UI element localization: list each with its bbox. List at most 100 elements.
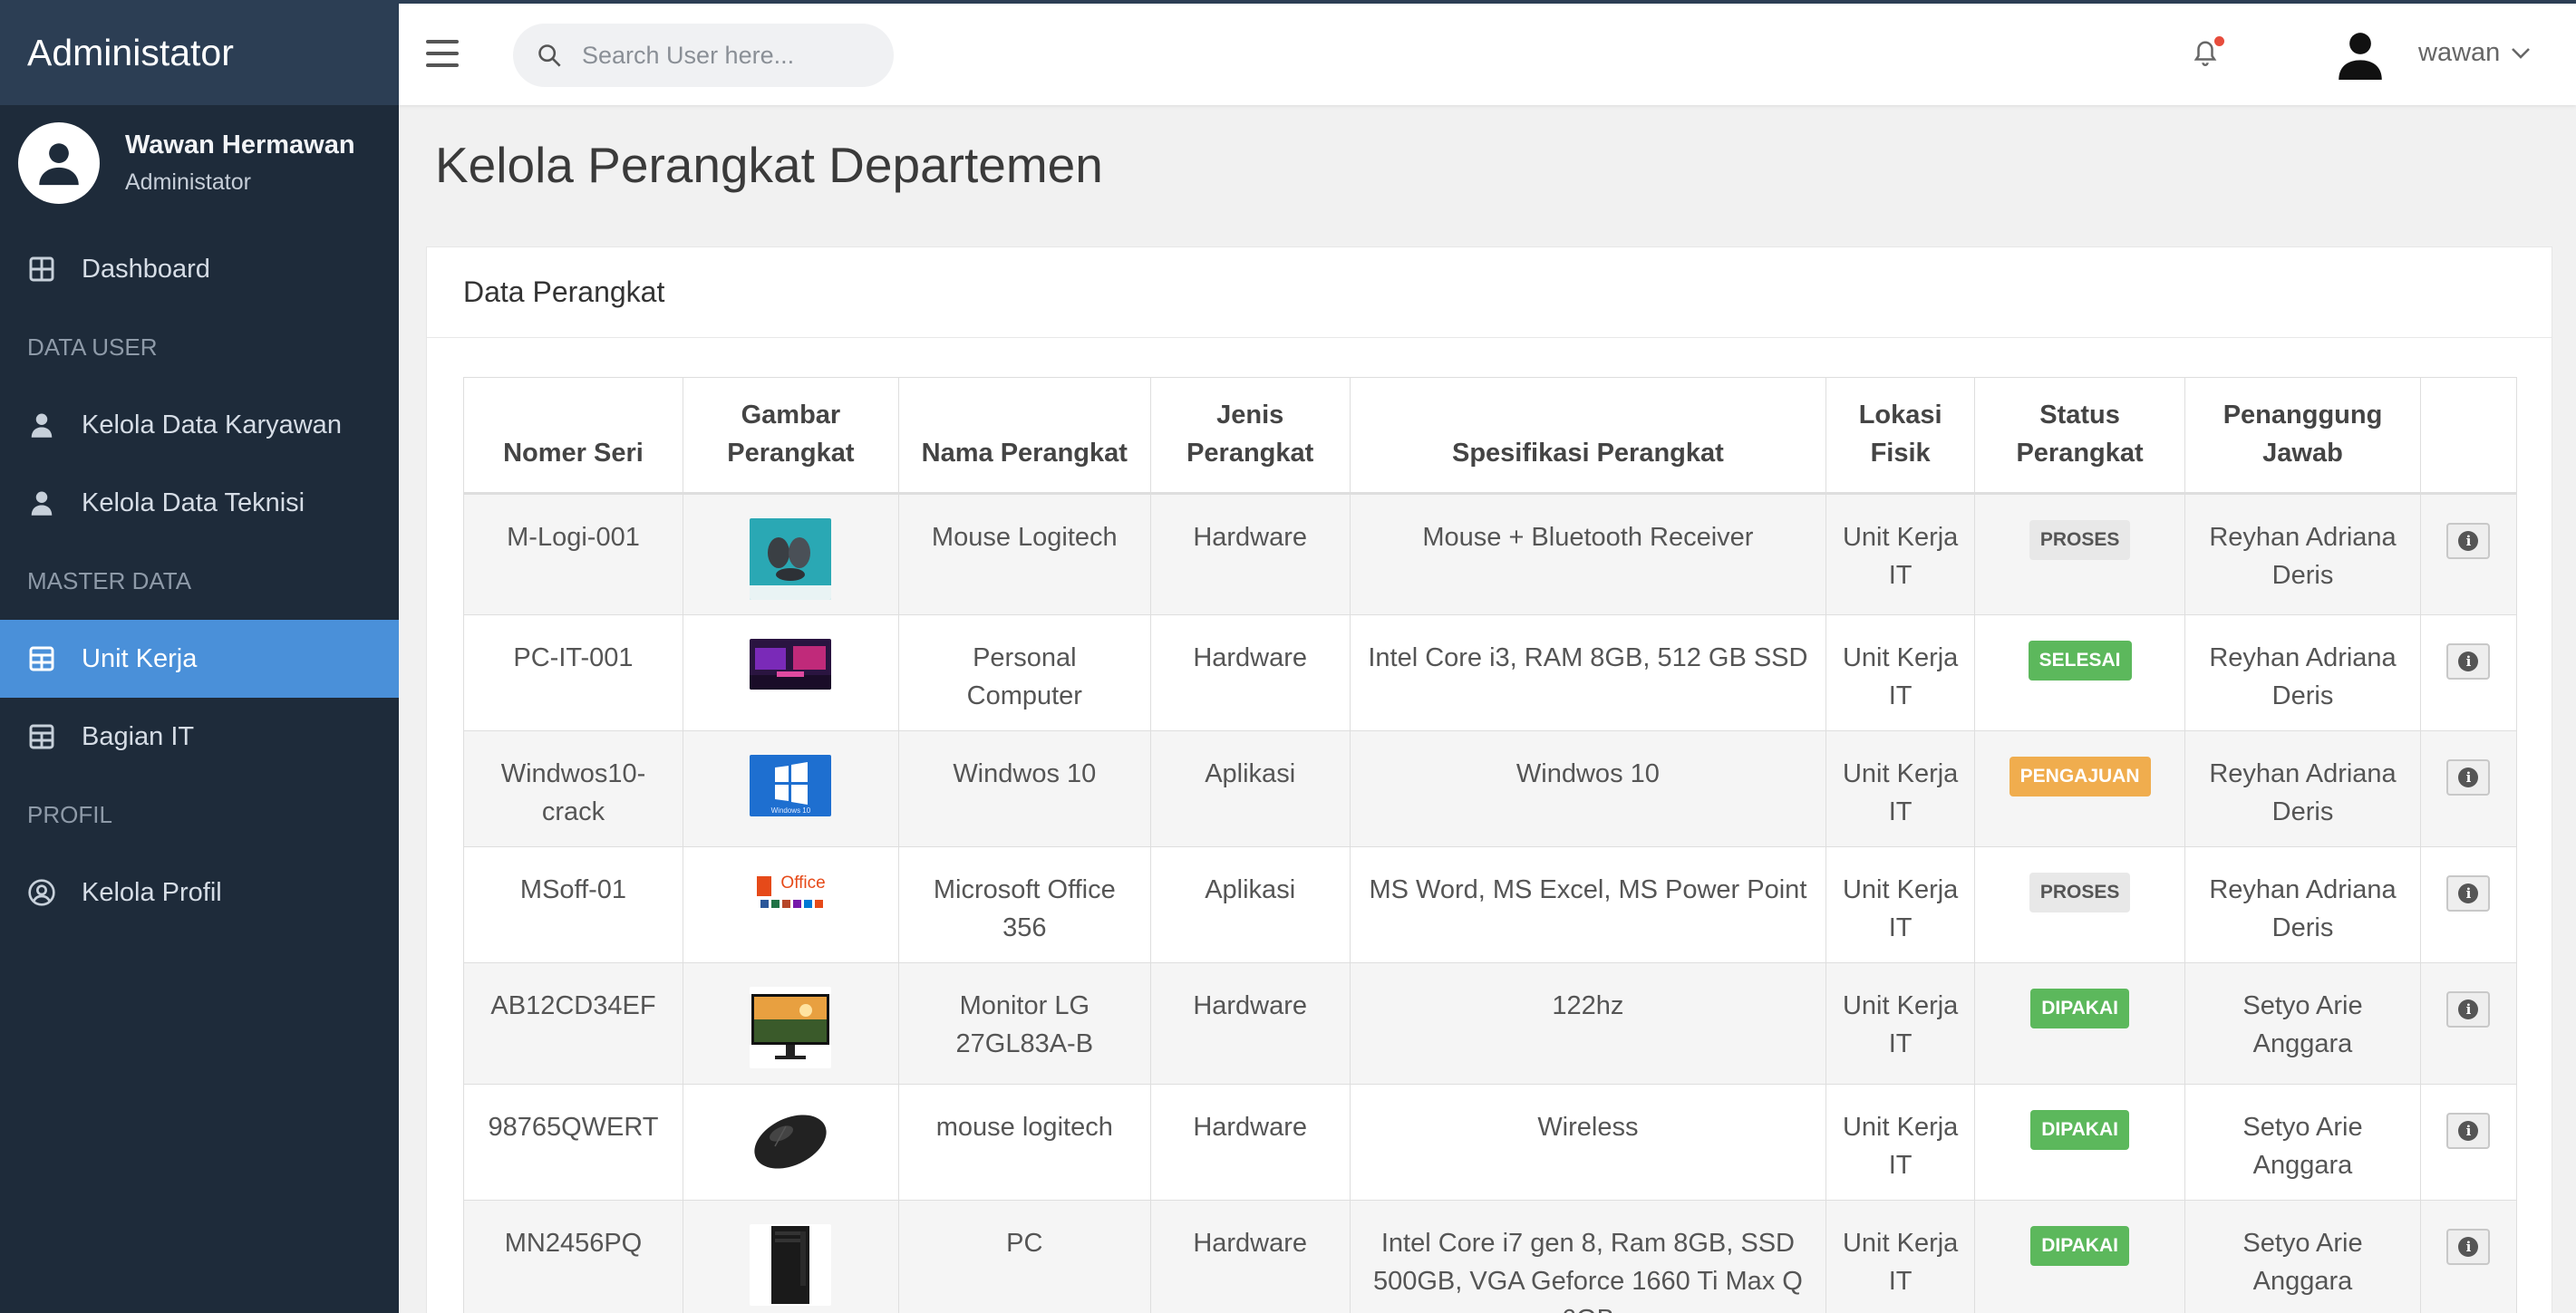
office-image-caption: Office bbox=[780, 874, 826, 893]
brand-title[interactable]: Administator bbox=[0, 0, 399, 105]
cell-action: i bbox=[2419, 1084, 2518, 1201]
status-badge: PROSES bbox=[2029, 873, 2131, 912]
sidebar-item-unit-kerja[interactable]: Unit Kerja bbox=[0, 620, 399, 698]
cell-jenis: Hardware bbox=[1149, 493, 1351, 615]
col-header-jenis[interactable]: Jenis Perangkat bbox=[1149, 377, 1351, 495]
monitor-image bbox=[750, 987, 832, 1068]
sidebar-profile: Wawan Hermawan Administator bbox=[0, 105, 399, 221]
status-badge: PENGAJUAN bbox=[2009, 757, 2151, 796]
cell-nama: Windwos 10 bbox=[897, 730, 1151, 847]
cell-status: DIPAKAI bbox=[1974, 962, 2186, 1085]
table-header-row: Nomer Seri Gambar Perangkat Nama Perangk… bbox=[463, 377, 2518, 495]
status-badge: DIPAKAI bbox=[2030, 1226, 2129, 1266]
cell-status: PROSES bbox=[1974, 846, 2186, 963]
cell-spesifikasi: Windwos 10 bbox=[1349, 730, 1827, 847]
cell-status: DIPAKAI bbox=[1974, 1200, 2186, 1313]
search-icon bbox=[538, 44, 561, 67]
cell-status: SELESAI bbox=[1974, 614, 2186, 731]
cell-spesifikasi: Mouse + Bluetooth Receiver bbox=[1349, 493, 1827, 615]
cell-jenis: Aplikasi bbox=[1149, 846, 1351, 963]
office-logo-image: Office bbox=[750, 871, 832, 912]
cell-status: PENGAJUAN bbox=[1974, 730, 2186, 847]
info-button[interactable]: i bbox=[2446, 523, 2491, 559]
notification-bell[interactable] bbox=[2192, 36, 2224, 72]
cell-nama: Monitor LG 27GL83A-B bbox=[897, 962, 1151, 1085]
info-icon: i bbox=[2458, 1237, 2479, 1257]
cell-spesifikasi: Wireless bbox=[1349, 1084, 1827, 1201]
sidebar-item-label: Bagian IT bbox=[82, 721, 195, 751]
col-header-action bbox=[2420, 377, 2518, 495]
cell-lokasi: Unit Kerja IT bbox=[1825, 962, 1976, 1085]
table-row: MSoff-01 Office Microsoft Office 356 Apl… bbox=[463, 846, 2518, 963]
col-header-status[interactable]: Status Perangkat bbox=[1974, 377, 2186, 495]
pc-tower-image bbox=[750, 1224, 832, 1306]
info-button[interactable]: i bbox=[2446, 875, 2491, 912]
info-icon: i bbox=[2458, 1121, 2479, 1141]
cell-penanggung: Reyhan Adriana Deris bbox=[2184, 730, 2421, 847]
cell-penanggung: Reyhan Adriana Deris bbox=[2184, 846, 2421, 963]
sidebar-item-teknisi[interactable]: Kelola Data Teknisi bbox=[0, 464, 399, 542]
sidebar-item-bagian-it[interactable]: Bagian IT bbox=[0, 698, 399, 776]
info-icon: i bbox=[2458, 768, 2479, 787]
col-header-lokasi[interactable]: Lokasi Fisik bbox=[1825, 377, 1976, 495]
cell-jenis: Hardware bbox=[1149, 1084, 1351, 1201]
search-input[interactable] bbox=[582, 41, 854, 70]
cell-gambar bbox=[682, 1084, 899, 1201]
device-card: Data Perangkat Nomer Seri Gambar Perangk… bbox=[426, 246, 2552, 1313]
section-header-master-data: MASTER DATA bbox=[27, 566, 192, 594]
cell-action: i bbox=[2419, 614, 2518, 731]
cell-nomer-seri: PC-IT-001 bbox=[463, 614, 683, 731]
col-header-gambar[interactable]: Gambar Perangkat bbox=[682, 377, 899, 495]
cell-action: i bbox=[2419, 493, 2518, 615]
menu-toggle-icon[interactable] bbox=[426, 40, 459, 67]
cell-gambar bbox=[682, 614, 899, 731]
sidebar-item-kelola-profil[interactable]: Kelola Profil bbox=[0, 854, 399, 932]
table-icon bbox=[25, 642, 58, 675]
cell-lokasi: Unit Kerja IT bbox=[1825, 493, 1976, 615]
sidebar-item-karyawan[interactable]: Kelola Data Karyawan bbox=[0, 386, 399, 464]
cell-nama: Microsoft Office 356 bbox=[897, 846, 1151, 963]
col-header-penanggung[interactable]: Penanggung Jawab bbox=[2184, 377, 2421, 495]
sidebar-item-label: Kelola Data Teknisi bbox=[82, 488, 305, 517]
info-button[interactable]: i bbox=[2446, 759, 2491, 796]
cell-penanggung: Setyo Arie Anggara bbox=[2184, 1084, 2421, 1201]
info-button[interactable]: i bbox=[2446, 991, 2491, 1028]
cell-action: i bbox=[2419, 846, 2518, 963]
col-header-nomer-seri[interactable]: Nomer Seri bbox=[463, 377, 683, 495]
avatar bbox=[18, 122, 100, 204]
chevron-down-icon bbox=[2512, 47, 2531, 59]
sidebar-item-label: Unit Kerja bbox=[82, 643, 198, 673]
info-button[interactable]: i bbox=[2446, 1113, 2491, 1149]
info-icon: i bbox=[2458, 999, 2479, 1019]
status-badge: SELESAI bbox=[2028, 641, 2132, 681]
cell-status: PROSES bbox=[1974, 493, 2186, 615]
cell-nomer-seri: M-Logi-001 bbox=[463, 493, 683, 615]
cell-gambar bbox=[682, 962, 899, 1085]
cell-spesifikasi: 122hz bbox=[1349, 962, 1827, 1085]
cell-jenis: Hardware bbox=[1149, 614, 1351, 731]
mouse-box-image bbox=[750, 518, 832, 600]
sidebar-item-label: Kelola Data Karyawan bbox=[82, 410, 342, 439]
notification-dot bbox=[2214, 36, 2224, 46]
card-title: Data Perangkat bbox=[427, 247, 2552, 338]
windows-logo-image: Windows 10 bbox=[750, 755, 832, 816]
cell-nama: PC bbox=[897, 1200, 1151, 1313]
info-button[interactable]: i bbox=[2446, 1229, 2491, 1265]
cell-jenis: Hardware bbox=[1149, 962, 1351, 1085]
status-badge: DIPAKAI bbox=[2030, 1110, 2129, 1150]
cell-gambar bbox=[682, 493, 899, 615]
user-avatar-icon[interactable] bbox=[2337, 31, 2384, 80]
cell-nomer-seri: MSoff-01 bbox=[463, 846, 683, 963]
col-header-nama[interactable]: Nama Perangkat bbox=[897, 377, 1151, 495]
cell-gambar: Office bbox=[682, 846, 899, 963]
info-button[interactable]: i bbox=[2446, 643, 2491, 680]
device-table: Nomer Seri Gambar Perangkat Nama Perangk… bbox=[463, 377, 2518, 1313]
sidebar-item-dashboard[interactable]: Dashboard bbox=[0, 230, 399, 308]
user-icon bbox=[25, 487, 58, 519]
sidebar-item-label: Dashboard bbox=[82, 254, 210, 284]
black-mouse-image bbox=[750, 1108, 832, 1175]
section-header-data-user: DATA USER bbox=[27, 333, 158, 361]
col-header-spesifikasi[interactable]: Spesifikasi Perangkat bbox=[1349, 377, 1827, 495]
user-menu[interactable]: wawan bbox=[2418, 38, 2531, 68]
cell-penanggung: Setyo Arie Anggara bbox=[2184, 962, 2421, 1085]
